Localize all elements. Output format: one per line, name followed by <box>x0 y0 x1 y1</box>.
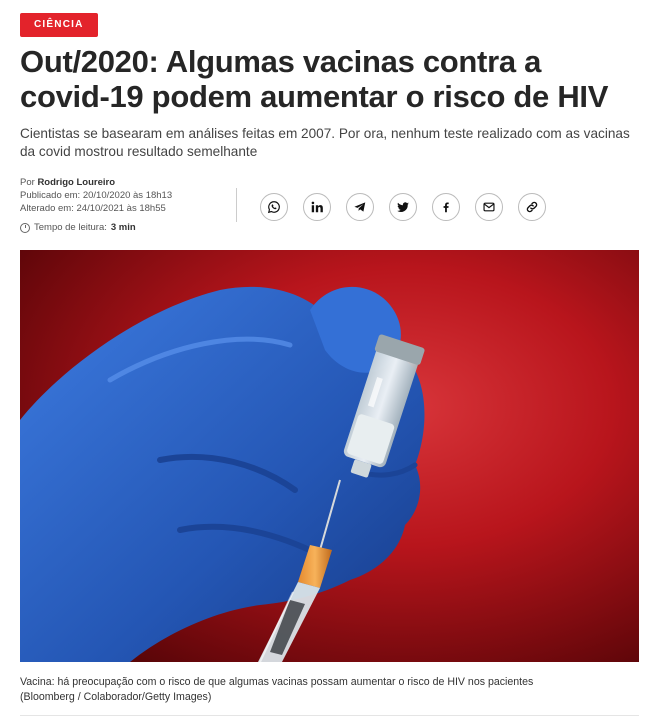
article-meta: Por Rodrigo Loureiro Publicado em: 20/10… <box>20 176 172 234</box>
link-icon <box>526 201 538 213</box>
share-whatsapp-button[interactable] <box>260 193 288 221</box>
vaccine-photo-illustration <box>20 250 639 662</box>
article-page: CIÊNCIA Out/2020: Algumas vacinas contra… <box>0 0 649 720</box>
whatsapp-icon <box>267 201 280 214</box>
share-linkedin-button[interactable] <box>303 193 331 221</box>
category-tag[interactable]: CIÊNCIA <box>20 13 98 37</box>
share-facebook-button[interactable] <box>432 193 460 221</box>
facebook-icon <box>443 202 449 213</box>
copy-link-button[interactable] <box>518 193 546 221</box>
twitter-icon <box>397 202 409 212</box>
published-date: Publicado em: 20/10/2020 às 18h13 <box>20 190 173 201</box>
clock-icon <box>20 222 30 233</box>
article-subtitle: Cientistas se basearam em análises feita… <box>20 126 630 159</box>
meta-divider <box>236 188 237 222</box>
share-telegram-button[interactable] <box>346 193 374 221</box>
share-email-button[interactable] <box>475 193 503 221</box>
linkedin-icon <box>311 201 323 213</box>
reading-time: Tempo de leitura: 3 min <box>20 221 172 234</box>
share-bar <box>260 193 546 221</box>
article-title: Out/2020: Algumas vacinas contra a covid… <box>20 44 609 114</box>
byline: Por Rodrigo Loureiro <box>20 176 172 189</box>
article-photo <box>20 250 639 662</box>
telegram-icon <box>354 202 366 212</box>
byline-prefix: Por <box>20 177 35 188</box>
reading-time-label: Tempo de leitura: <box>34 222 107 233</box>
updated-date: Alterado em: 24/10/2021 às 18h55 <box>20 203 166 214</box>
share-twitter-button[interactable] <box>389 193 417 221</box>
bottom-divider <box>20 715 639 716</box>
reading-time-value: 3 min <box>110 222 136 233</box>
photo-caption: Vacina: há preocupação com o risco de qu… <box>20 676 534 703</box>
author-link[interactable]: Rodrigo Loureiro <box>37 177 115 188</box>
email-icon <box>483 202 495 212</box>
